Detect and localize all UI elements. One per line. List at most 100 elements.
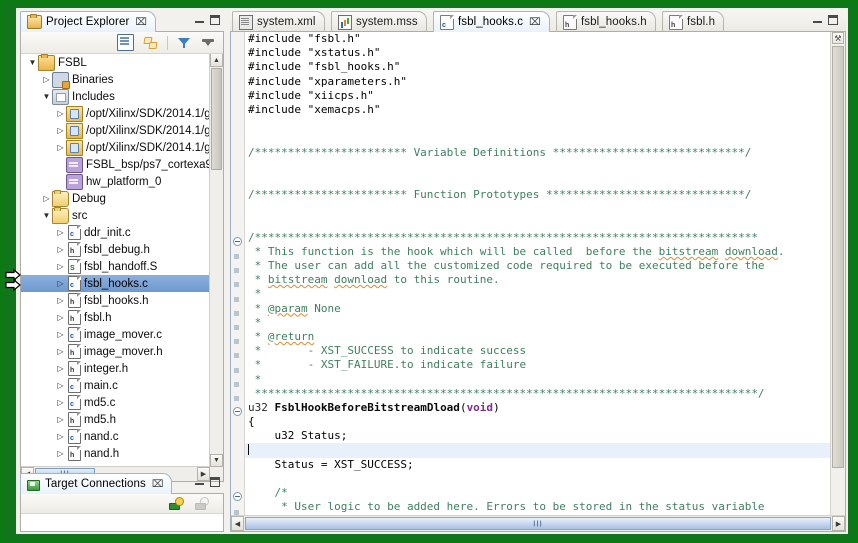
tree-item--opt-xilinx-sdk-2014-1-g[interactable]: ▷ /opt/Xilinx/SDK/2014.1/g bbox=[21, 139, 210, 156]
expand-arrow-closed-icon[interactable]: ▷ bbox=[55, 275, 66, 292]
scroll-left-arrow[interactable]: ◀ bbox=[231, 516, 244, 531]
expand-arrow-closed-icon[interactable]: ▷ bbox=[55, 122, 66, 139]
editor-horizontal-scrollbar[interactable]: ◀ III ▶ bbox=[231, 515, 845, 531]
tree-item-binaries[interactable]: ▷ Binaries bbox=[21, 71, 210, 89]
tree-item-md5-c[interactable]: ▷ c md5.c bbox=[21, 394, 210, 411]
editor-vertical-scrollbar[interactable]: ⚒ bbox=[830, 32, 845, 516]
tree-item-ddr-init-c[interactable]: ▷ c ddr_init.c bbox=[21, 224, 210, 241]
h-file-icon: h bbox=[68, 344, 81, 359]
file-type-letter: h bbox=[70, 316, 75, 323]
fold-toggle-icon[interactable] bbox=[233, 407, 242, 417]
tree-item-fsbl[interactable]: ▼ FSBL bbox=[21, 54, 210, 71]
editor-marker-icon[interactable]: ⚒ bbox=[832, 32, 844, 44]
editor-tab-fsbl-hooks-c[interactable]: c fsbl_hooks.c ⌧ bbox=[433, 11, 550, 32]
expand-arrow-closed-icon[interactable]: ▷ bbox=[41, 190, 52, 207]
tree-item-integer-h[interactable]: ▷ h integer.h bbox=[21, 360, 210, 377]
expand-arrow-closed-icon[interactable]: ▷ bbox=[55, 377, 66, 394]
expand-arrow-closed-icon[interactable]: ▷ bbox=[55, 411, 66, 428]
tree-item-image-mover-c[interactable]: ▷ c image_mover.c bbox=[21, 326, 210, 343]
expand-arrow-closed-icon[interactable]: ▷ bbox=[55, 326, 66, 343]
minimize-icon[interactable] bbox=[813, 15, 823, 25]
project-tree[interactable]: ▼ FSBL ▷ Binaries ▼ Includes ▷ /opt/Xilinx/SDK/… bbox=[21, 54, 223, 481]
tree-item-nand-c[interactable]: ▷ c nand.c bbox=[21, 428, 210, 445]
expand-arrow-open-icon[interactable]: ▼ bbox=[41, 207, 52, 224]
maximize-icon[interactable] bbox=[210, 15, 220, 25]
close-icon[interactable]: ⌧ bbox=[529, 17, 541, 28]
minimize-icon[interactable] bbox=[195, 15, 205, 25]
tree-item-main-c[interactable]: ▷ c main.c bbox=[21, 377, 210, 394]
editor-tab-fsbl-hooks-h[interactable]: h fsbl_hooks.h bbox=[556, 11, 656, 32]
expand-arrow-open-icon[interactable]: ▼ bbox=[27, 54, 38, 71]
tree-item-label: hw_platform_0 bbox=[86, 175, 162, 188]
editor-gutter[interactable] bbox=[231, 32, 245, 531]
tree-item-image-mover-h[interactable]: ▷ h image_mover.h bbox=[21, 343, 210, 360]
maximize-icon[interactable] bbox=[828, 15, 838, 25]
close-icon[interactable]: ⌧ bbox=[135, 17, 147, 28]
c-file-icon: c bbox=[68, 276, 81, 291]
edit-connection-icon[interactable] bbox=[194, 496, 209, 511]
fold-toggle-icon[interactable] bbox=[233, 236, 242, 246]
expand-arrow-closed-icon[interactable]: ▷ bbox=[55, 292, 66, 309]
comment-marker bbox=[234, 396, 239, 401]
binaries-icon bbox=[52, 71, 70, 89]
expand-arrow-closed-icon[interactable]: ▷ bbox=[55, 241, 66, 258]
tree-item-fsbl-handoff-s[interactable]: ▷ Sfsbl_handoff.S bbox=[21, 258, 210, 275]
tree-item-hw-platform-0[interactable]: hw_platform_0 bbox=[21, 173, 210, 190]
tree-item-fsbl-hooks-h[interactable]: ▷ h fsbl_hooks.h bbox=[21, 292, 210, 309]
project-tree-rows: ▼ FSBL ▷ Binaries ▼ Includes ▷ /opt/Xilinx/SDK/… bbox=[21, 54, 210, 467]
fold-toggle-icon[interactable] bbox=[233, 492, 242, 502]
expand-arrow-closed-icon[interactable]: ▷ bbox=[41, 71, 52, 88]
expand-arrow-closed-icon[interactable]: ▷ bbox=[55, 360, 66, 377]
tab-project-explorer[interactable]: Project Explorer ⌧ bbox=[20, 11, 156, 32]
new-connection-icon[interactable] bbox=[169, 496, 184, 511]
expand-arrow-closed-icon[interactable]: ▷ bbox=[55, 258, 66, 275]
editor-hscroll-thumb[interactable]: III bbox=[245, 517, 831, 530]
close-icon[interactable]: ⌧ bbox=[152, 479, 164, 490]
file-type-letter: c bbox=[70, 401, 74, 408]
code-text[interactable]: #include "fsbl.h" #include "xstatus.h" #in… bbox=[245, 32, 831, 516]
maximize-icon[interactable] bbox=[210, 477, 220, 487]
tree-item-nand-h[interactable]: ▷ h nand.h bbox=[21, 445, 210, 462]
tree-item-fsbl-bsp-ps7-cortexa9[interactable]: FSBL_bsp/ps7_cortexa9 bbox=[21, 156, 210, 173]
editor-tab-fsbl-h[interactable]: h fsbl.h bbox=[662, 11, 725, 32]
expand-arrow-open-icon[interactable]: ▼ bbox=[41, 88, 52, 105]
lib-icon bbox=[66, 105, 83, 122]
scroll-down-arrow[interactable]: ▼ bbox=[210, 454, 223, 467]
tree-item-debug[interactable]: ▷ Debug bbox=[21, 189, 210, 207]
view-menu-icon[interactable] bbox=[201, 35, 216, 50]
expand-arrow-closed-icon[interactable]: ▷ bbox=[55, 394, 66, 411]
expand-arrow-closed-icon[interactable]: ▷ bbox=[55, 343, 66, 360]
minimize-icon[interactable] bbox=[195, 477, 205, 487]
editor-tab-system-xml[interactable]: system.xml bbox=[232, 11, 325, 32]
link-with-editor-icon[interactable] bbox=[143, 35, 158, 50]
tree-vscroll-thumb[interactable] bbox=[211, 68, 222, 170]
tree-item-md5-h[interactable]: ▷ h md5.h bbox=[21, 411, 210, 428]
editor-tab-system-mss[interactable]: system.mss bbox=[331, 11, 427, 32]
editor-tab-label: fsbl.h bbox=[687, 16, 716, 28]
scroll-right-arrow[interactable]: ▶ bbox=[832, 516, 845, 531]
code-line: u32 FsblHookBeforeBitstreamDload(void) bbox=[248, 400, 500, 414]
expand-arrow-closed-icon[interactable]: ▷ bbox=[55, 445, 66, 462]
tree-item-label: /opt/Xilinx/SDK/2014.1/g bbox=[86, 124, 210, 137]
folder-icon bbox=[52, 206, 69, 224]
filter-icon[interactable] bbox=[177, 35, 192, 50]
tree-item--opt-xilinx-sdk-2014-1-g[interactable]: ▷ /opt/Xilinx/SDK/2014.1/g bbox=[21, 105, 210, 122]
editor-vscroll-thumb[interactable] bbox=[832, 46, 844, 468]
tree-item-fsbl-hooks-c[interactable]: ▷ c fsbl_hooks.c bbox=[21, 275, 210, 292]
tree-item-src[interactable]: ▼ src bbox=[21, 206, 210, 224]
tree-vertical-scrollbar[interactable]: ▲ ▼ bbox=[209, 54, 223, 467]
tree-item-fsbl-debug-h[interactable]: ▷ h fsbl_debug.h bbox=[21, 241, 210, 258]
expand-arrow-closed-icon[interactable]: ▷ bbox=[55, 105, 66, 122]
collapse-all-icon[interactable] bbox=[117, 34, 134, 51]
expand-arrow-closed-icon[interactable]: ▷ bbox=[55, 309, 66, 326]
expand-arrow-closed-icon[interactable]: ▷ bbox=[55, 224, 66, 241]
expand-arrow-closed-icon[interactable]: ▷ bbox=[55, 139, 66, 156]
tab-target-connections[interactable]: Target Connections ⌧ bbox=[20, 473, 173, 494]
tree-item-includes[interactable]: ▼ Includes bbox=[21, 88, 210, 105]
tree-item-fsbl-h[interactable]: ▷ h fsbl.h bbox=[21, 309, 210, 326]
expand-arrow-closed-icon[interactable]: ▷ bbox=[55, 428, 66, 445]
tree-item--opt-xilinx-sdk-2014-1-g[interactable]: ▷ /opt/Xilinx/SDK/2014.1/g bbox=[21, 122, 210, 139]
scroll-up-arrow[interactable]: ▲ bbox=[210, 54, 223, 67]
code-line: u32 Status; bbox=[248, 429, 348, 443]
